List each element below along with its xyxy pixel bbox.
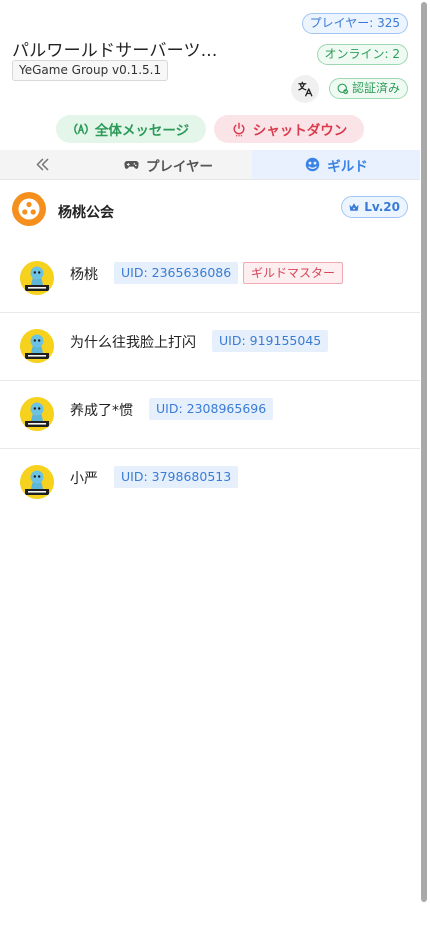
avatar	[20, 397, 54, 431]
crown-icon	[349, 203, 359, 211]
guild-master-tag: ギルドマスター	[243, 262, 344, 284]
version-tag: YeGame Group v0.1.5.1	[12, 60, 169, 81]
avatar	[20, 261, 54, 295]
app-title: パルワールドサーバーツ...	[12, 41, 218, 61]
online-count-badge: オンライン: 2	[316, 44, 408, 65]
guild-name: 杨桃公会	[58, 205, 114, 221]
double-chevron-left-icon	[36, 158, 48, 171]
tab-guild-label: ギルド	[327, 158, 368, 175]
verified-icon	[337, 83, 349, 94]
verified-label: 認証済み	[351, 81, 400, 95]
guild-icon	[306, 157, 320, 172]
guild-level-badge: Lv.20	[341, 196, 408, 218]
tab-players-label: プレイヤー	[145, 158, 214, 175]
member-uid: UID: 919155045	[212, 330, 329, 352]
guild-member-list: 杨桃 UID: 2365636086 ギルドマスター 为什么往我脸上打闪 UID…	[0, 245, 420, 517]
translate-button[interactable]	[291, 75, 319, 103]
member-name: 小严	[70, 471, 98, 487]
palworld-avatar-icon	[20, 465, 54, 499]
avatar	[20, 329, 54, 363]
players-count-badge: プレイヤー: 325	[301, 13, 408, 34]
power-icon	[233, 122, 245, 137]
broadcast-icon	[73, 123, 88, 135]
guild-header: 杨桃公会 Lv.20	[0, 181, 420, 239]
scrollbar[interactable]	[421, 2, 427, 902]
tab-guild[interactable]: ギルド	[252, 150, 420, 179]
broadcast-label: 全体メッセージ	[94, 123, 190, 139]
guild-level-label: Lv.20	[364, 200, 400, 214]
collapse-tab[interactable]	[0, 150, 84, 179]
member-uid: UID: 3798680513	[114, 466, 239, 488]
verified-badge: 認証済み	[328, 78, 408, 99]
member-name: 杨桃	[70, 267, 98, 283]
tab-bar: プレイヤー ギルド	[0, 150, 420, 180]
member-row[interactable]: 小严 UID: 3798680513	[0, 449, 420, 517]
tab-players[interactable]: プレイヤー	[84, 150, 252, 179]
palworld-avatar-icon	[20, 261, 54, 295]
member-row[interactable]: 为什么往我脸上打闪 UID: 919155045	[0, 313, 420, 381]
member-uid: UID: 2365636086	[114, 262, 239, 284]
header: パルワールドサーバーツ... YeGame Group v0.1.5.1 プレイ…	[0, 0, 430, 112]
guild-emblem-icon	[18, 198, 40, 220]
translate-icon	[298, 81, 313, 97]
member-row[interactable]: 养成了*惯 UID: 2308965696	[0, 381, 420, 449]
palworld-avatar-icon	[20, 397, 54, 431]
member-uid: UID: 2308965696	[149, 398, 274, 420]
shutdown-label: シャットダウン	[252, 123, 348, 139]
member-row[interactable]: 杨桃 UID: 2365636086 ギルドマスター	[0, 245, 420, 313]
shutdown-button[interactable]: シャットダウン	[214, 115, 364, 143]
guild-logo	[12, 192, 46, 226]
member-name: 养成了*惯	[70, 403, 133, 419]
gamepad-icon	[124, 160, 139, 169]
palworld-avatar-icon	[20, 329, 54, 363]
member-name: 为什么往我脸上打闪	[70, 335, 196, 351]
broadcast-message-button[interactable]: 全体メッセージ	[56, 115, 206, 143]
avatar	[20, 465, 54, 499]
